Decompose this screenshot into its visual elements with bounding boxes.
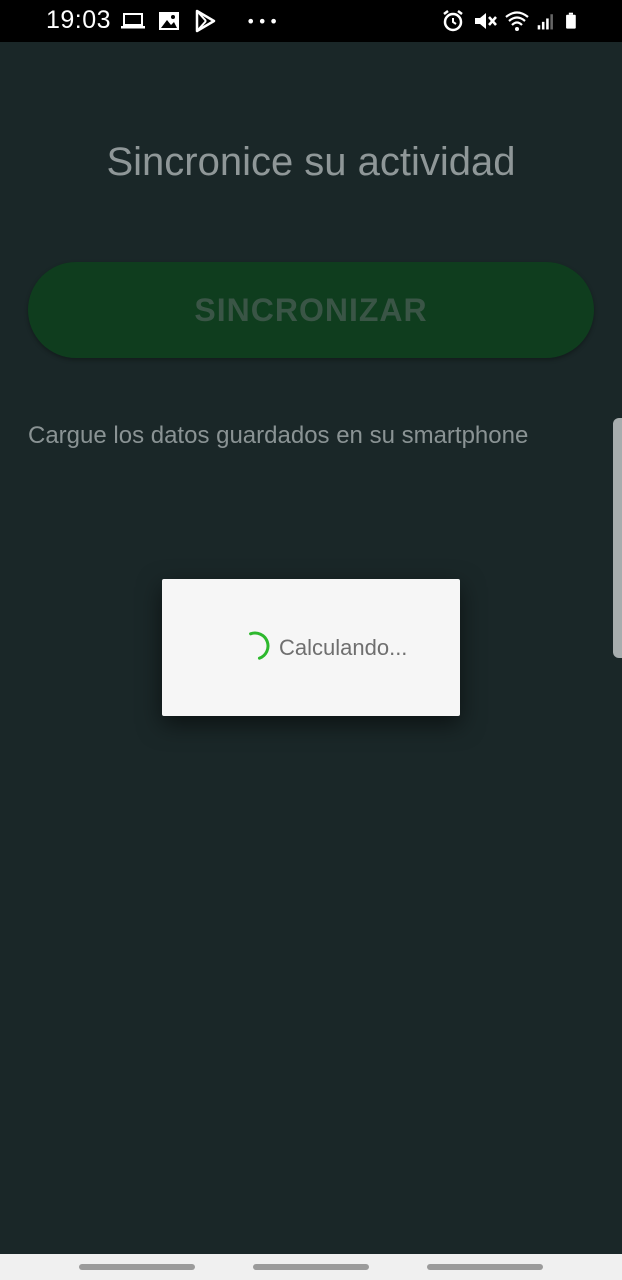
status-time: 19:03 [46, 6, 112, 34]
battery-icon [566, 12, 576, 29]
page-title: Sincronice su actividad [106, 140, 516, 184]
laptop-icon [121, 13, 145, 29]
navigation-bar [0, 1254, 622, 1280]
status-icons-left: ••• [120, 8, 280, 34]
status-bar: 19:03 ••• [0, 0, 622, 42]
progress-dialog: Calculando... [162, 579, 460, 716]
wifi-icon [505, 11, 529, 31]
nav-back-handle[interactable] [79, 1264, 195, 1270]
dialog-message: Calculando... [279, 635, 408, 660]
alarm-icon [443, 10, 463, 32]
nav-home-handle[interactable] [253, 1264, 369, 1270]
subtitle-text: Cargue los datos guardados en su smartph… [28, 422, 529, 449]
nav-recents-handle[interactable] [427, 1264, 543, 1270]
image-icon [159, 12, 179, 30]
status-icons-right [440, 8, 582, 34]
spinner-icon [249, 631, 270, 660]
play-store-icon [195, 9, 216, 33]
scrollbar[interactable] [613, 418, 622, 658]
mute-icon [475, 13, 497, 29]
more-dots-icon: ••• [246, 11, 281, 31]
sync-button[interactable]: SINCRONIZAR [28, 262, 594, 358]
signal-icon [537, 14, 553, 30]
